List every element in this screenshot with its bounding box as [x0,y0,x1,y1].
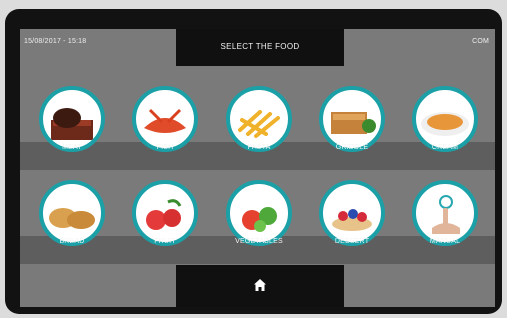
cream-icon [412,86,478,152]
food-button-pasta[interactable]: PASTA [220,86,298,186]
food-label: FRUIT [154,238,176,245]
food-label: CREAM [431,144,459,151]
meat-icon [39,86,105,152]
food-button-meat[interactable]: MEAT [33,86,111,186]
food-label: MANUAL [429,238,461,245]
status-right-text: COM [472,38,489,45]
page-title: SELECT THE FOOD [176,29,344,66]
griddle-icon [319,86,385,152]
fruit-icon [132,180,198,246]
home-button[interactable] [176,265,344,307]
food-button-cream[interactable]: CREAM [406,86,484,186]
vegetables-icon [226,180,292,246]
food-button-fish[interactable]: FISH [126,86,204,186]
food-button-manual[interactable]: MANUAL [406,180,484,280]
food-label: MEAT [62,144,82,151]
food-label: PASTA [247,144,271,151]
food-label: VEGETABLES [235,238,283,245]
food-label: GRIDDLE [335,144,369,151]
food-button-griddle[interactable]: GRIDDLE [313,86,391,186]
touch-screen: 15/08/2017 - 15:18 COM SELECT THE FOOD M… [20,29,495,307]
datetime-text: 15/08/2017 - 15:18 [24,38,87,45]
food-button-bread[interactable]: BREAD [33,180,111,280]
fish-icon [132,86,198,152]
manual-icon [412,180,478,246]
home-icon [254,279,266,291]
food-label: BREAD [59,238,85,245]
food-label: FISH [156,144,174,151]
dessert-icon [319,180,385,246]
pasta-icon [226,86,292,152]
food-label: DESSERT [334,238,370,245]
bread-icon [39,180,105,246]
